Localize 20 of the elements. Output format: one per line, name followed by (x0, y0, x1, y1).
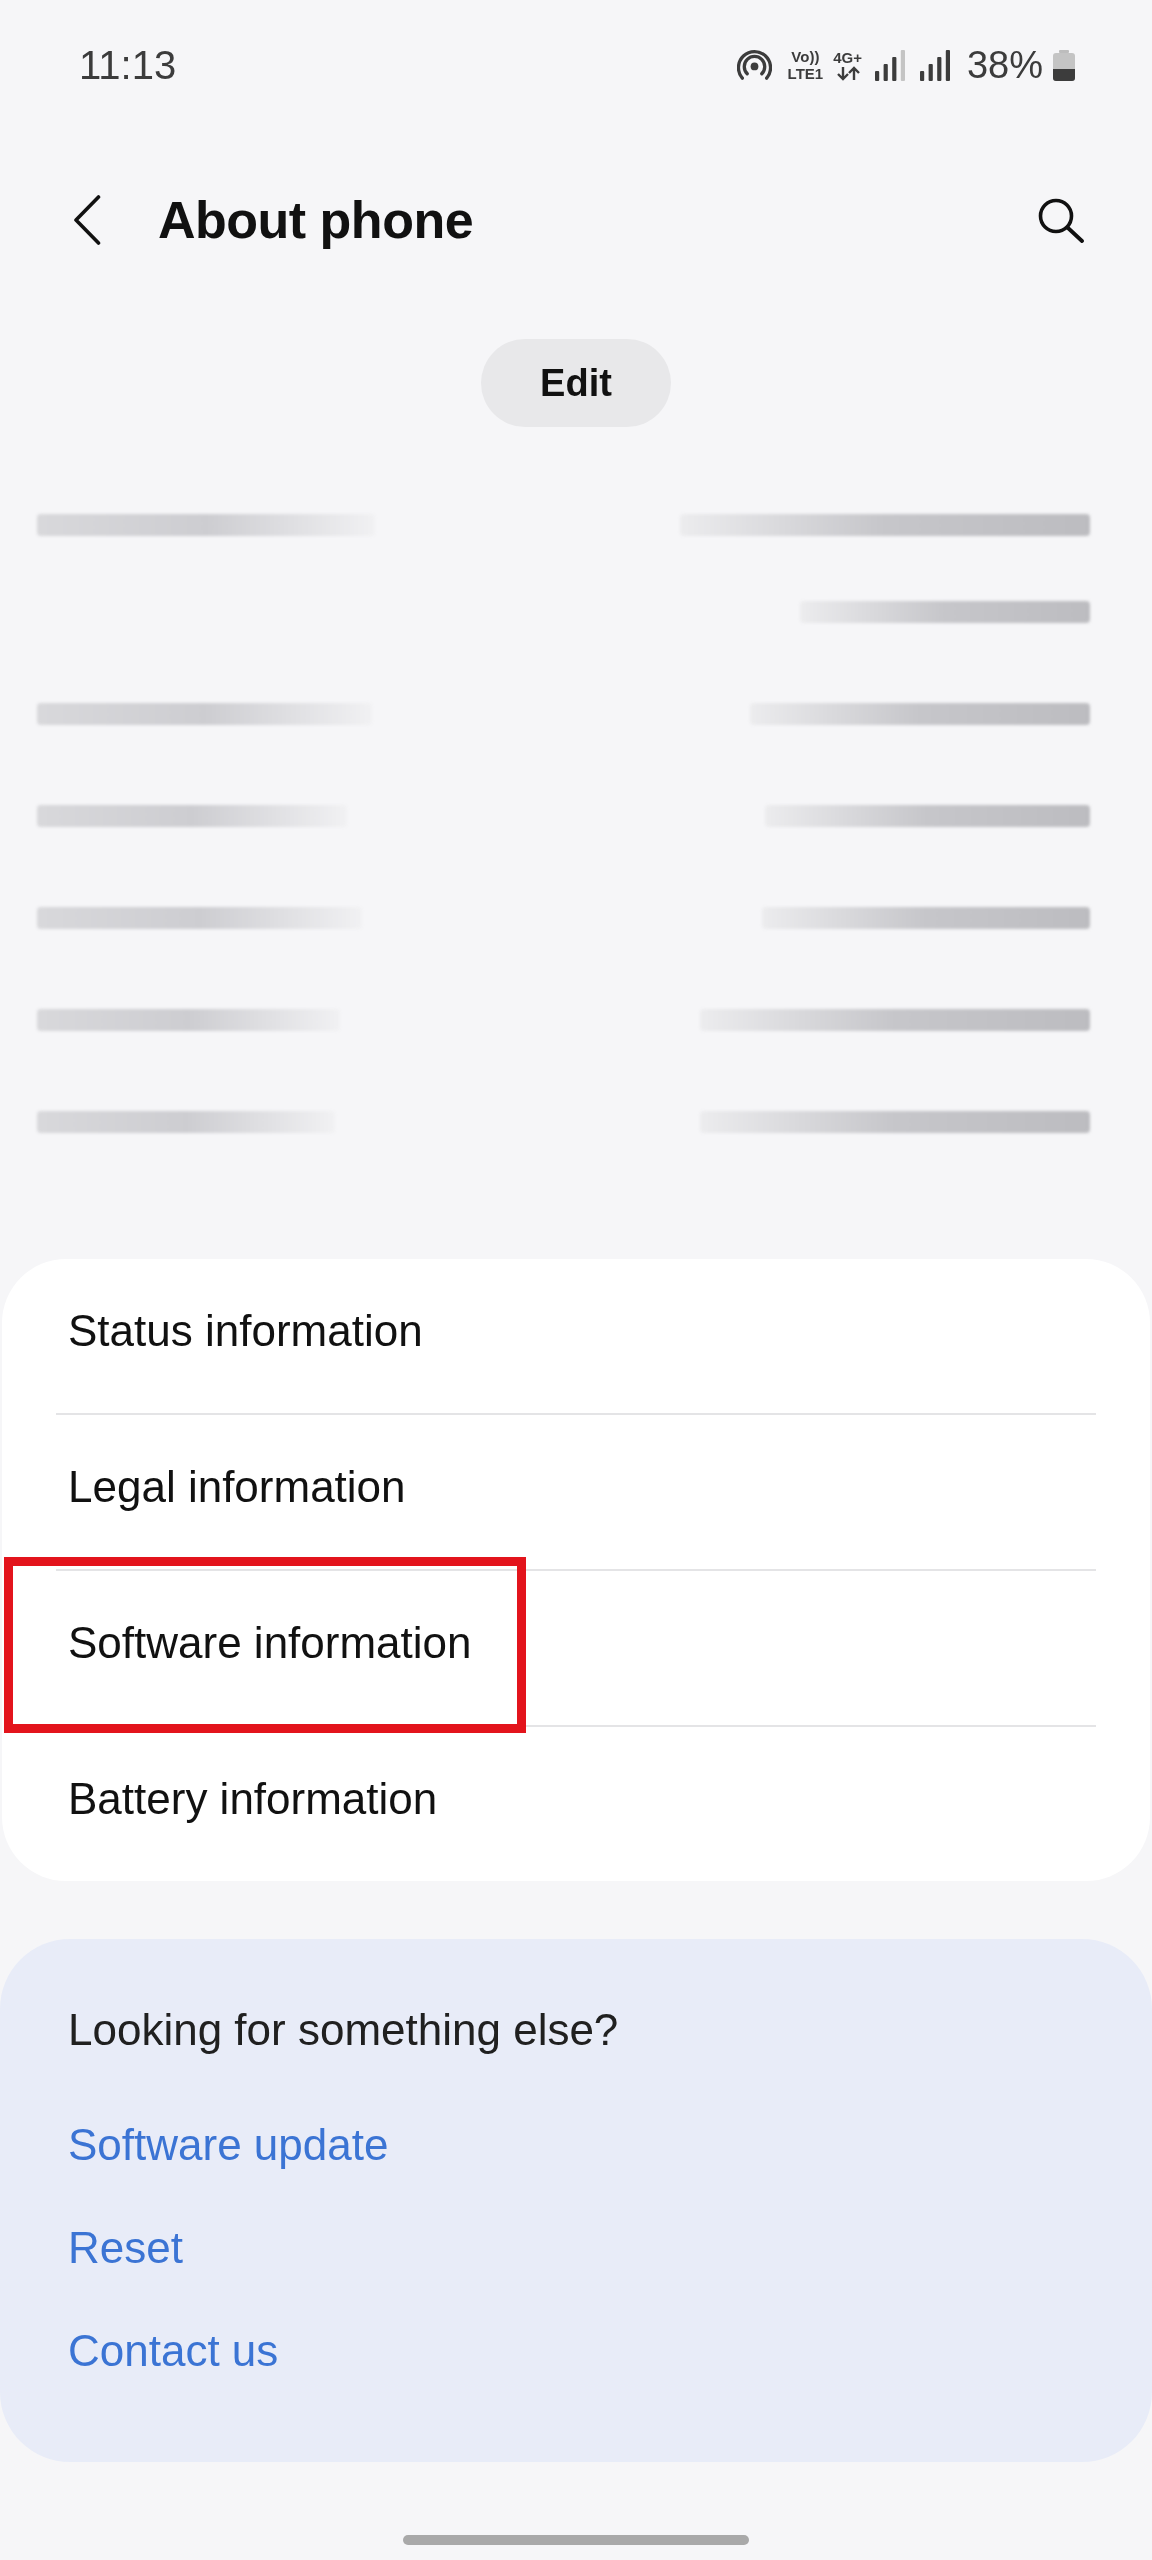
menu-item[interactable]: Battery information (2, 1727, 1150, 1881)
data-arrows-icon (834, 66, 861, 81)
signal-icon (874, 49, 905, 81)
status-time: 11:13 (79, 45, 177, 85)
battery-percentage: 38% (966, 46, 1043, 84)
suggestion-link[interactable]: Software update (68, 2115, 389, 2175)
menu-item[interactable]: Legal information (2, 1415, 1150, 1569)
hotspot-icon (736, 47, 772, 83)
battery-icon (1052, 49, 1076, 81)
network-type-label: 4G+ (833, 49, 862, 66)
signal-icon (919, 49, 950, 81)
suggestions-heading: Looking for something else? (68, 2004, 619, 2056)
edit-button[interactable]: Edit (481, 339, 671, 427)
menu-item[interactable]: Status information (2, 1259, 1150, 1413)
search-icon[interactable] (1036, 197, 1086, 243)
volte-indicator: Vo)) LTE1 (787, 48, 824, 82)
menu-item[interactable]: Software information (2, 1571, 1150, 1725)
suggestion-link[interactable]: Contact us (68, 2321, 279, 2381)
suggestion-link[interactable]: Reset (68, 2218, 183, 2278)
back-icon[interactable] (73, 195, 101, 245)
